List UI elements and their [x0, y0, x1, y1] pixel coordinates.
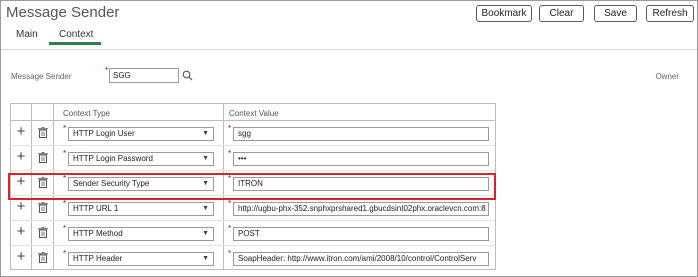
required-marker: * — [228, 224, 232, 233]
context-value-header: Context Value — [229, 109, 279, 118]
required-marker: * — [228, 249, 232, 258]
context-value-input[interactable]: POST — [233, 227, 489, 241]
add-row-icon[interactable]: + — [14, 249, 28, 264]
chevron-down-icon: ▼ — [202, 205, 209, 212]
context-type-select[interactable]: HTTP Method ▼ — [68, 227, 214, 241]
delete-row-icon[interactable] — [38, 127, 48, 138]
delete-row-icon[interactable] — [38, 227, 48, 238]
chevron-down-icon: ▼ — [202, 255, 209, 262]
chevron-down-icon: ▼ — [202, 155, 209, 162]
required-marker: * — [105, 66, 109, 75]
context-type-value: HTTP Method — [73, 229, 123, 238]
page-title: Message Sender — [6, 4, 120, 21]
add-row-icon[interactable]: + — [14, 199, 28, 214]
owner-label: Owner — [655, 72, 679, 81]
search-icon[interactable] — [182, 70, 193, 81]
context-type-value: HTTP URL 1 — [73, 204, 119, 213]
add-row-icon[interactable]: + — [14, 224, 28, 239]
delete-row-icon[interactable] — [38, 202, 48, 213]
delete-row-icon[interactable] — [38, 252, 48, 263]
context-type-select[interactable]: HTTP Login Password ▼ — [68, 152, 214, 166]
tabs-divider — [1, 49, 697, 50]
clear-button[interactable]: Clear — [539, 5, 584, 22]
bookmark-button[interactable]: Bookmark — [476, 5, 532, 22]
delete-row-icon[interactable] — [38, 152, 48, 163]
required-marker: * — [63, 249, 67, 258]
required-marker: * — [228, 199, 232, 208]
chevron-down-icon: ▼ — [202, 230, 209, 237]
table-row: + * HTTP Method ▼ * POST — [11, 221, 495, 246]
table-row: + * HTTP Login Password ▼ * ••• — [11, 146, 495, 171]
add-row-icon[interactable]: + — [14, 149, 28, 164]
required-marker: * — [228, 124, 232, 133]
context-value-input[interactable]: ••• — [233, 152, 489, 166]
active-tab-indicator — [49, 42, 101, 45]
tab-context[interactable]: Context — [59, 29, 93, 40]
context-type-select[interactable]: HTTP Login User ▼ — [68, 127, 214, 141]
required-marker: * — [63, 224, 67, 233]
chevron-down-icon: ▼ — [202, 130, 209, 137]
message-sender-label: Message Sender — [11, 72, 72, 81]
required-marker: * — [63, 149, 67, 158]
context-type-header: Context Type — [63, 109, 110, 118]
context-value-input[interactable]: sgg — [233, 127, 489, 141]
required-marker: * — [228, 149, 232, 158]
context-type-value: HTTP Login Password — [73, 154, 153, 163]
message-sender-input[interactable]: SGG — [109, 68, 179, 83]
required-marker: * — [63, 124, 67, 133]
message-sender-panel: Message Sender Bookmark Clear Save Refre… — [0, 0, 698, 277]
context-type-value: HTTP Header — [73, 254, 123, 263]
table-row: + * HTTP Login User ▼ * sgg — [11, 121, 495, 146]
table-row: + * HTTP Header ▼ * SoapHeader: http://ww… — [11, 246, 495, 271]
grid-header: Context Type Context Value — [11, 104, 495, 121]
context-type-select[interactable]: HTTP Header ▼ — [68, 252, 214, 266]
context-type-select[interactable]: HTTP URL 1 ▼ — [68, 202, 214, 216]
refresh-button[interactable]: Refresh — [646, 5, 694, 22]
context-value-input[interactable]: SoapHeader: http://www.itron.com/ami/200… — [233, 252, 489, 266]
add-row-icon[interactable]: + — [14, 124, 28, 139]
highlighted-row-box — [8, 173, 496, 200]
tab-main[interactable]: Main — [16, 29, 38, 40]
context-type-value: HTTP Login User — [73, 129, 135, 138]
save-button[interactable]: Save — [594, 5, 637, 22]
context-value-input[interactable]: http://ugbu-phx-352.snphxprshared1.gbucd… — [233, 202, 489, 216]
required-marker: * — [63, 199, 67, 208]
